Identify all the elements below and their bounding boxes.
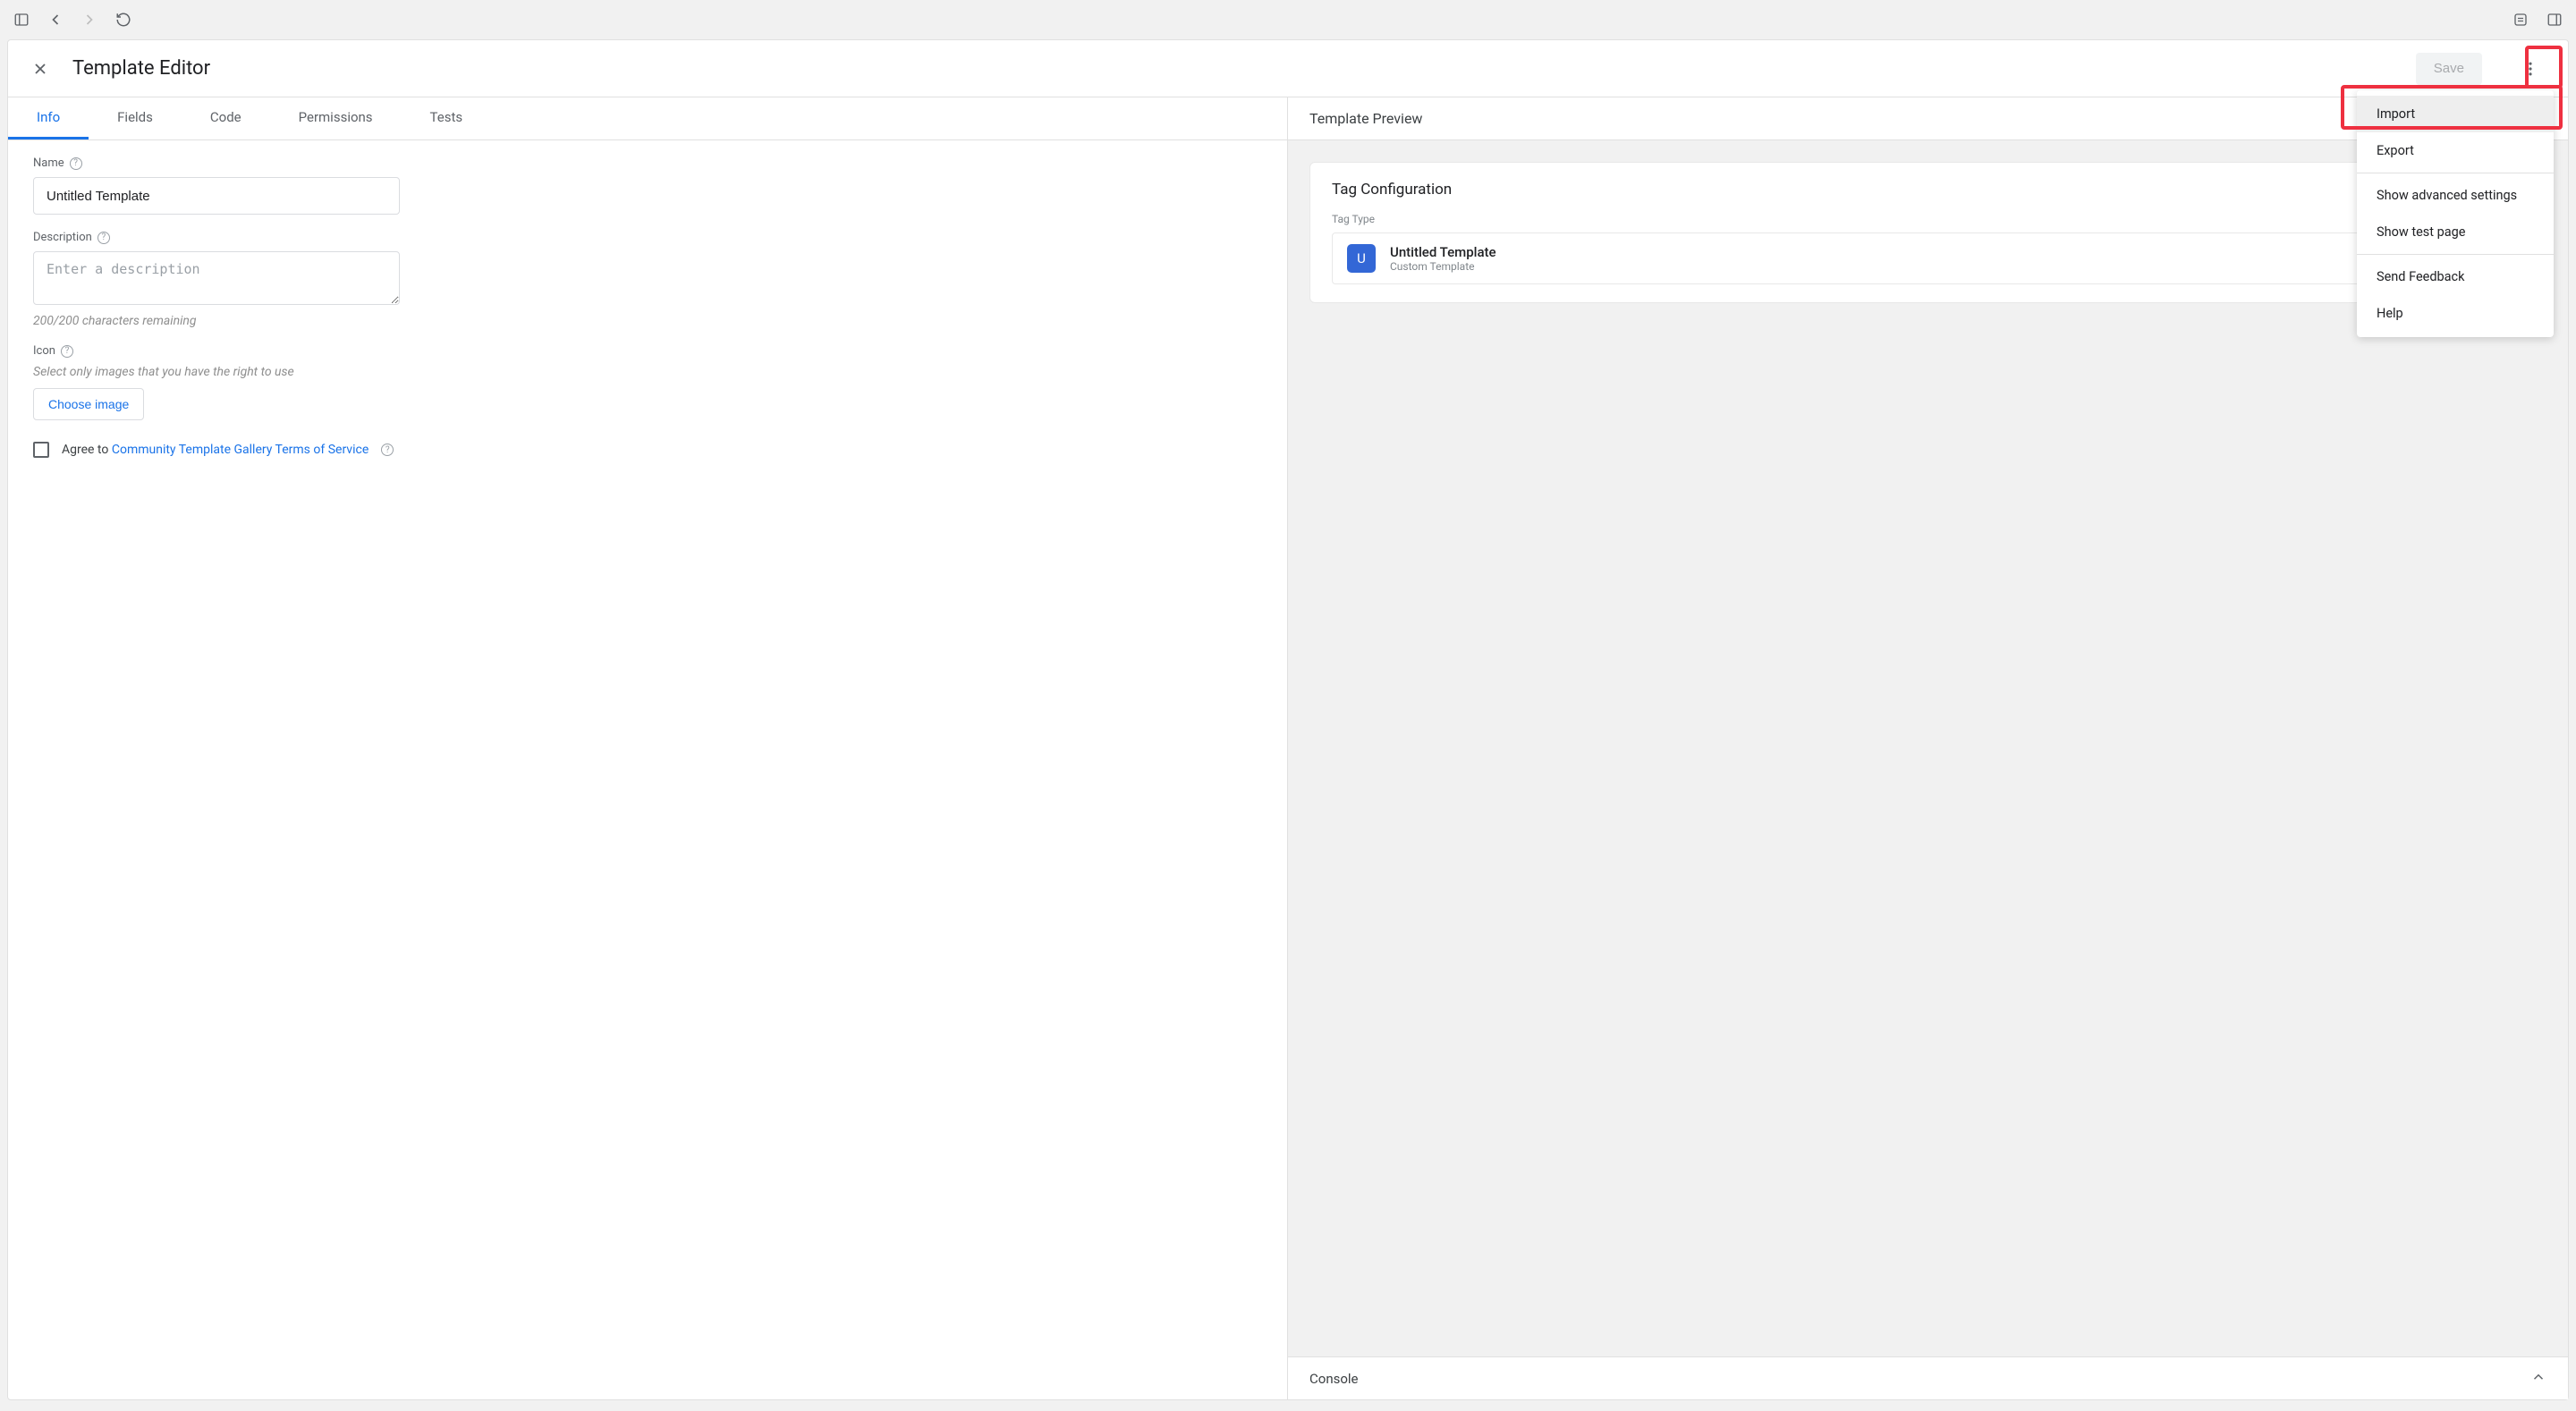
- back-icon[interactable]: [47, 11, 64, 29]
- tag-row[interactable]: U Untitled Template Custom Template: [1332, 232, 2524, 284]
- description-label: Description: [33, 231, 92, 244]
- menu-item-feedback[interactable]: Send Feedback: [2357, 258, 2554, 295]
- name-input[interactable]: [33, 177, 400, 215]
- agree-row: Agree to Community Template Gallery Term…: [33, 442, 1262, 458]
- menu-divider: [2357, 254, 2554, 255]
- agree-checkbox[interactable]: [33, 442, 49, 458]
- tab-tests[interactable]: Tests: [402, 97, 492, 139]
- more-menu-button[interactable]: [2514, 53, 2546, 85]
- template-sub: Custom Template: [1390, 260, 1496, 273]
- save-button[interactable]: Save: [2416, 53, 2482, 85]
- tab-code[interactable]: Code: [182, 97, 270, 139]
- description-label-row: Description ?: [33, 231, 1262, 244]
- editor-body: Info Fields Code Permissions Tests Name …: [8, 97, 2568, 1399]
- choose-image-button[interactable]: Choose image: [33, 388, 144, 420]
- name-label-row: Name ?: [33, 156, 1262, 170]
- editor-header: Template Editor Save: [8, 40, 2568, 97]
- tabs: Info Fields Code Permissions Tests: [8, 97, 1287, 140]
- left-panel: Info Fields Code Permissions Tests Name …: [8, 97, 1288, 1399]
- help-icon[interactable]: ?: [97, 232, 110, 244]
- icon-hint: Select only images that you have the rig…: [33, 365, 1262, 379]
- tab-info[interactable]: Info: [8, 97, 89, 139]
- tab-content-info: Name ? Description ? 200/200 characters …: [8, 140, 1287, 474]
- char-counter: 200/200 characters remaining: [33, 314, 1262, 328]
- more-menu-dropdown: Import Export Show advanced settings Sho…: [2357, 90, 2554, 337]
- panel-right-icon[interactable]: [2546, 11, 2563, 29]
- forward-icon: [80, 11, 98, 29]
- console-bar[interactable]: Console: [1288, 1356, 2568, 1399]
- tag-type-label: Tag Type: [1332, 213, 2524, 225]
- menu-item-export[interactable]: Export: [2357, 132, 2554, 169]
- console-title: Console: [1309, 1371, 1359, 1387]
- card-title: Tag Configuration: [1332, 181, 2524, 199]
- app-window: Template Editor Save Import Export Show …: [7, 39, 2569, 1400]
- template-name: Untitled Template: [1390, 244, 1496, 260]
- chevron-up-icon[interactable]: [2530, 1369, 2546, 1389]
- help-icon[interactable]: ?: [61, 345, 73, 358]
- terms-link[interactable]: Community Template Gallery Terms of Serv…: [112, 443, 369, 457]
- icon-label: Icon: [33, 344, 55, 358]
- page-title: Template Editor: [72, 57, 210, 80]
- extension-icon[interactable]: [2512, 11, 2529, 29]
- agree-prefix: Agree to: [62, 443, 112, 457]
- tab-fields[interactable]: Fields: [89, 97, 182, 139]
- agree-text: Agree to Community Template Gallery Term…: [62, 443, 369, 457]
- name-label: Name: [33, 156, 64, 170]
- menu-item-help[interactable]: Help: [2357, 295, 2554, 332]
- description-input[interactable]: [33, 251, 400, 305]
- icon-label-row: Icon ?: [33, 344, 1262, 358]
- reload-icon[interactable]: [114, 11, 132, 29]
- panel-left-icon[interactable]: [13, 11, 30, 29]
- template-badge: U: [1347, 244, 1376, 273]
- menu-item-advanced[interactable]: Show advanced settings: [2357, 177, 2554, 214]
- help-icon[interactable]: ?: [381, 444, 394, 456]
- menu-item-import[interactable]: Import: [2357, 96, 2554, 132]
- help-icon[interactable]: ?: [70, 157, 82, 170]
- tab-permissions[interactable]: Permissions: [270, 97, 402, 139]
- browser-toolbar: [0, 0, 2576, 39]
- close-icon[interactable]: [30, 58, 51, 80]
- menu-item-test-page[interactable]: Show test page: [2357, 214, 2554, 250]
